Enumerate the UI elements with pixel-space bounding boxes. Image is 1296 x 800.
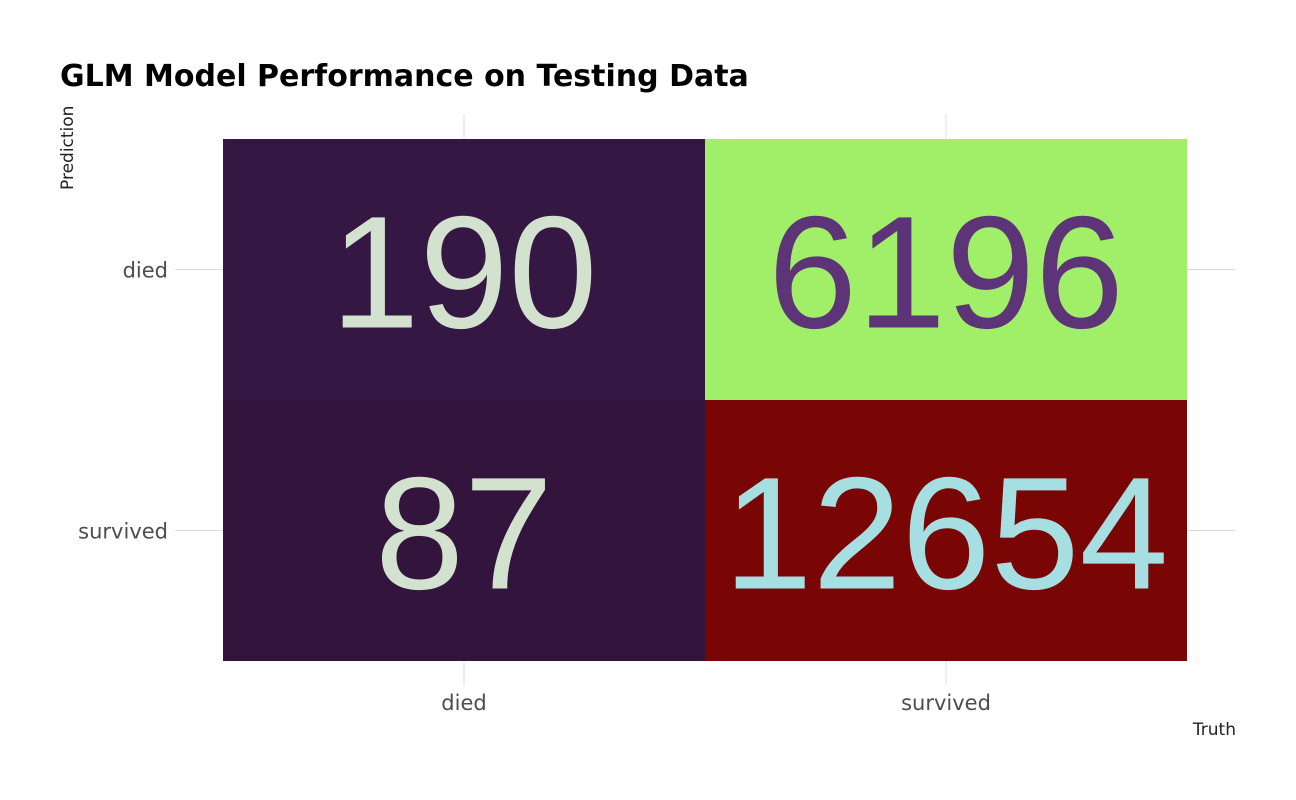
cell-value-label: 190 <box>331 183 598 362</box>
y-tick-label: died <box>123 259 168 283</box>
cell-value-label: 87 <box>375 444 553 623</box>
cell-value-label: 6196 <box>768 183 1124 362</box>
chart-title: GLM Model Performance on Testing Data <box>60 59 749 94</box>
x-tick-label: died <box>441 691 486 715</box>
cell-value-label: 12654 <box>724 444 1169 623</box>
chart-svg: GLM Model Performance on Testing Data Pr… <box>58 59 1236 740</box>
x-tick-label: survived <box>901 691 991 715</box>
y-tick-label: survived <box>78 520 168 544</box>
confusion-matrix-chart: GLM Model Performance on Testing Data Pr… <box>0 0 1296 800</box>
heatmap-cells: 190 6196 87 12654 <box>223 139 1187 661</box>
y-axis-title: Prediction <box>58 106 78 190</box>
x-axis-title: Truth <box>1192 720 1236 740</box>
